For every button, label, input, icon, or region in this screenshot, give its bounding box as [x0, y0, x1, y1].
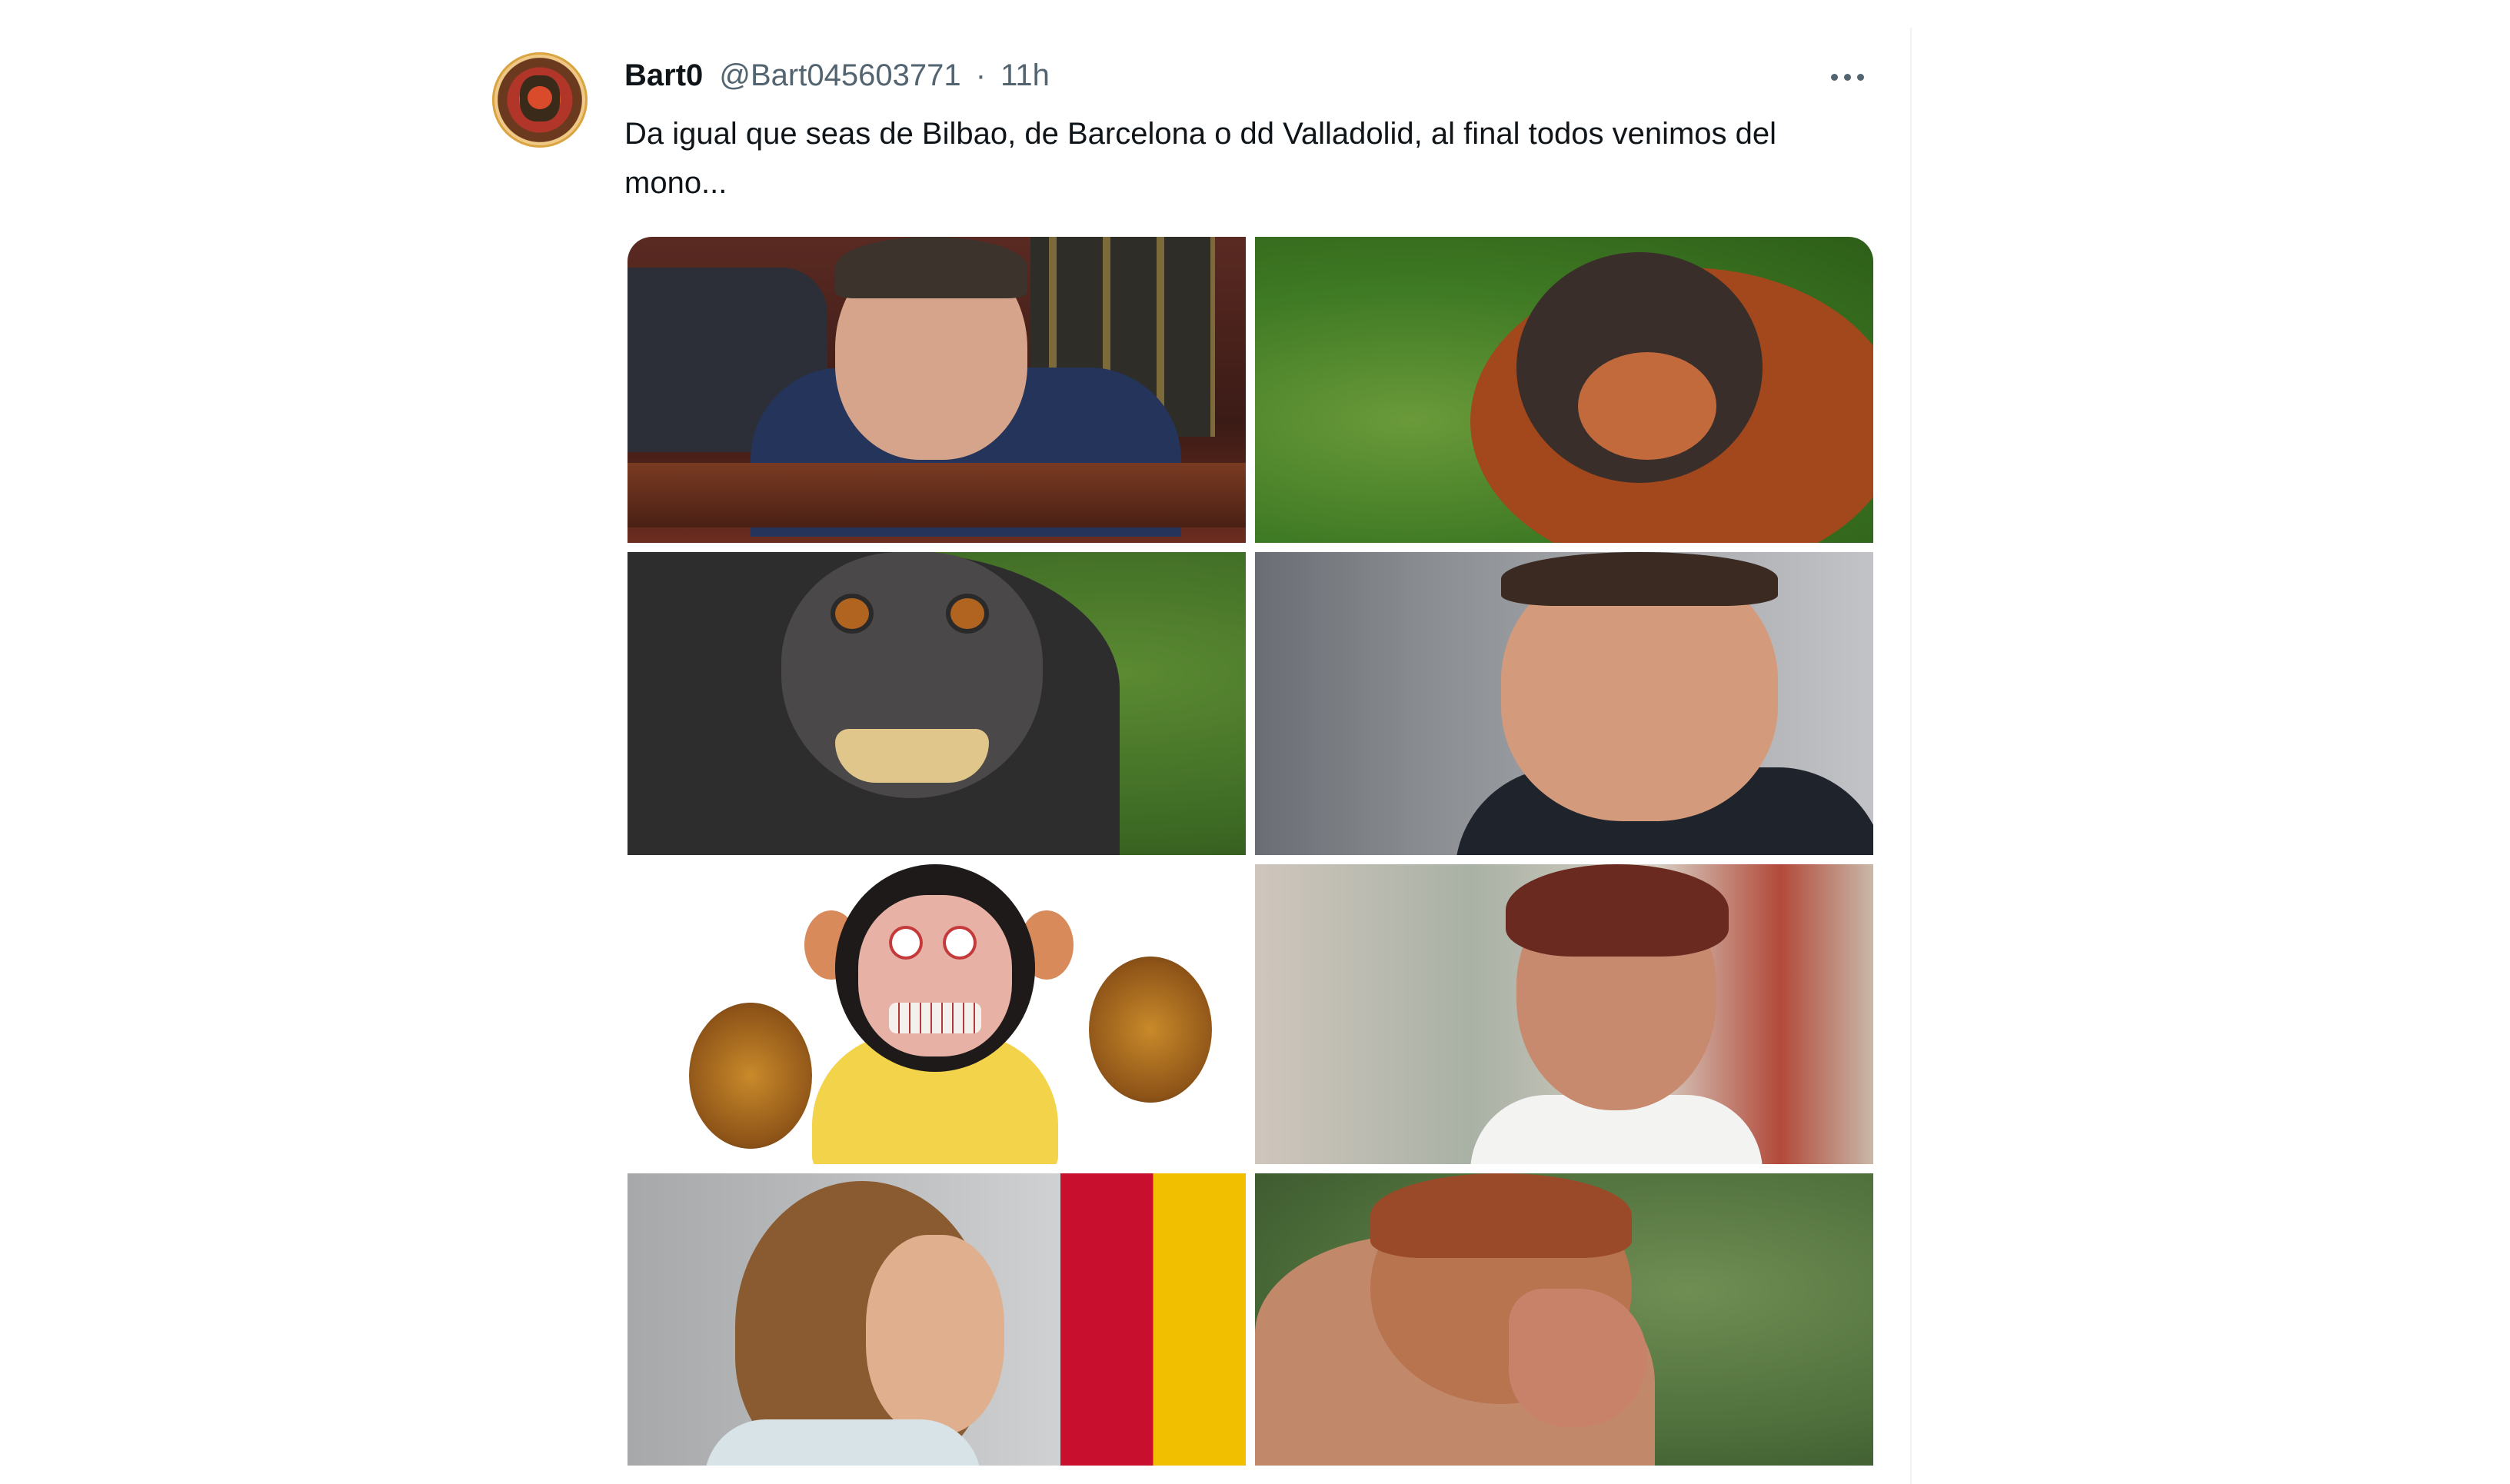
author-name[interactable]: Bart0	[624, 58, 703, 92]
author-handle[interactable]: @Bart045603771	[719, 58, 960, 92]
tweet-header: Bart0 @Bart045603771 · 11h	[624, 57, 1050, 94]
timestamp[interactable]: 11h	[1000, 58, 1050, 92]
tweet-text: Da igual que seas de Bilbao, de Barcelon…	[624, 117, 1777, 200]
separator: ·	[975, 58, 987, 92]
column-divider	[1910, 28, 1912, 1484]
media-image-politician-woman[interactable]	[1255, 864, 1873, 1164]
media-image-proboscis-monkey[interactable]	[1255, 1173, 1873, 1466]
media-image-orangutan[interactable]	[1255, 237, 1873, 543]
media-image-macaque-selfie[interactable]	[628, 552, 1246, 855]
media-image-politician-woman-profile[interactable]	[628, 1173, 1246, 1466]
more-horizontal-icon	[1830, 73, 1838, 81]
media-image-politician-parliament[interactable]	[628, 237, 1246, 543]
more-options-button[interactable]	[1824, 62, 1870, 92]
avatar-image	[520, 75, 560, 121]
media-image-politician-man[interactable]	[1255, 552, 1873, 855]
media-image-cymbal-monkey-toy[interactable]	[628, 864, 1246, 1164]
avatar[interactable]	[492, 52, 588, 148]
page: Bart0 @Bart045603771 · 11h Da igual que …	[0, 0, 2510, 1484]
media-grid	[628, 237, 1873, 1484]
